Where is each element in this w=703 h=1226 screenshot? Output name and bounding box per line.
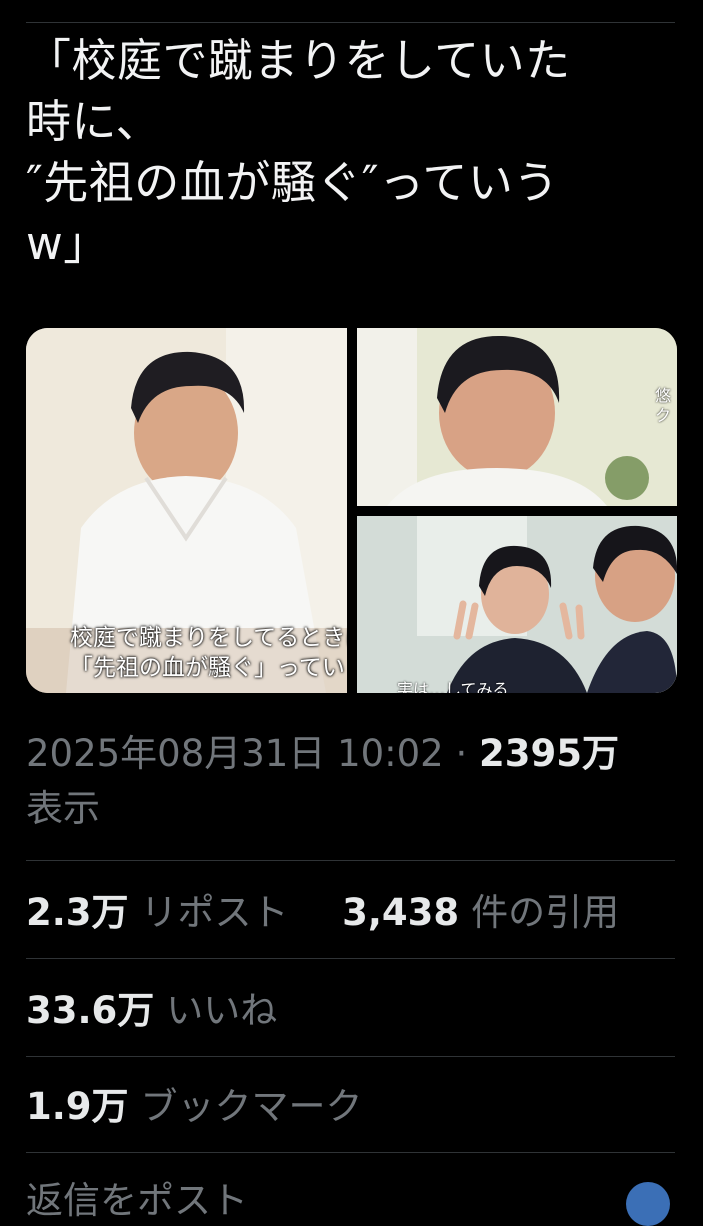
media-grid: 校庭で蹴まりをしてるときに 「先祖の血が騒ぐ」ってい 悠 ク 実は…してみる bbox=[26, 328, 677, 693]
video-subtitle: 校庭で蹴まりをしてるときに bbox=[70, 625, 347, 651]
bookmarks-label: ブックマーク bbox=[140, 1085, 363, 1128]
reply-input[interactable]: 返信をポスト bbox=[26, 1176, 248, 1226]
video-subtitle: 実は…してみる bbox=[397, 680, 509, 693]
divider bbox=[26, 1152, 675, 1153]
top-divider bbox=[26, 22, 675, 23]
person-illustration bbox=[357, 328, 677, 506]
tweet-text-line: 時に、 bbox=[26, 95, 162, 148]
likes-stat[interactable]: 33.6万 いいね bbox=[26, 986, 676, 1036]
quotes-label: 件の引用 bbox=[471, 891, 620, 934]
media-photo-3[interactable]: 実は…してみる bbox=[357, 516, 677, 693]
views-count: 2395万 bbox=[479, 732, 619, 775]
views-label: 表示 bbox=[26, 787, 100, 830]
quotes-count: 3,438 bbox=[342, 891, 460, 934]
stats-row-reposts: 2.3万 リポスト 3,438 件の引用 bbox=[26, 888, 676, 938]
bookmarks-count: 1.9万 bbox=[26, 1085, 129, 1128]
media-photo-2[interactable]: 悠 ク bbox=[357, 328, 677, 506]
media-photo-1[interactable]: 校庭で蹴まりをしてるときに 「先祖の血が騒ぐ」ってい bbox=[26, 328, 347, 693]
bookmarks-stat[interactable]: 1.9万 ブックマーク bbox=[26, 1082, 676, 1132]
tweet-text-line: w」 bbox=[26, 217, 109, 270]
avatar bbox=[626, 1182, 670, 1226]
people-illustration bbox=[357, 516, 677, 693]
timestamp[interactable]: 2025年08月31日 10:02 bbox=[26, 732, 444, 775]
reposts-count: 2.3万 bbox=[26, 891, 129, 934]
likes-count: 33.6万 bbox=[26, 989, 155, 1032]
video-subtitle: 「先祖の血が騒ぐ」ってい bbox=[70, 655, 345, 681]
video-side-text: 悠 ク bbox=[654, 386, 671, 425]
likes-label: いいね bbox=[166, 989, 278, 1032]
meta-separator: · bbox=[455, 732, 468, 775]
divider bbox=[26, 860, 675, 861]
divider bbox=[26, 1056, 675, 1057]
quotes-stat[interactable]: 3,438 件の引用 bbox=[342, 891, 619, 934]
tweet-text-line: ″先祖の血が騒ぐ″っていう bbox=[26, 156, 559, 209]
reposts-label: リポスト bbox=[140, 891, 289, 934]
reposts-stat[interactable]: 2.3万 リポスト bbox=[26, 891, 300, 934]
tweet-text-line: 「校庭で蹴まりをしていた bbox=[26, 34, 571, 87]
tweet-meta: 2025年08月31日 10:02 · 2395万 bbox=[26, 726, 676, 781]
tweet-text: 「校庭で蹴まりをしていた 時に、 ″先祖の血が騒ぐ″っていう w」 bbox=[26, 30, 676, 274]
divider bbox=[26, 958, 675, 959]
